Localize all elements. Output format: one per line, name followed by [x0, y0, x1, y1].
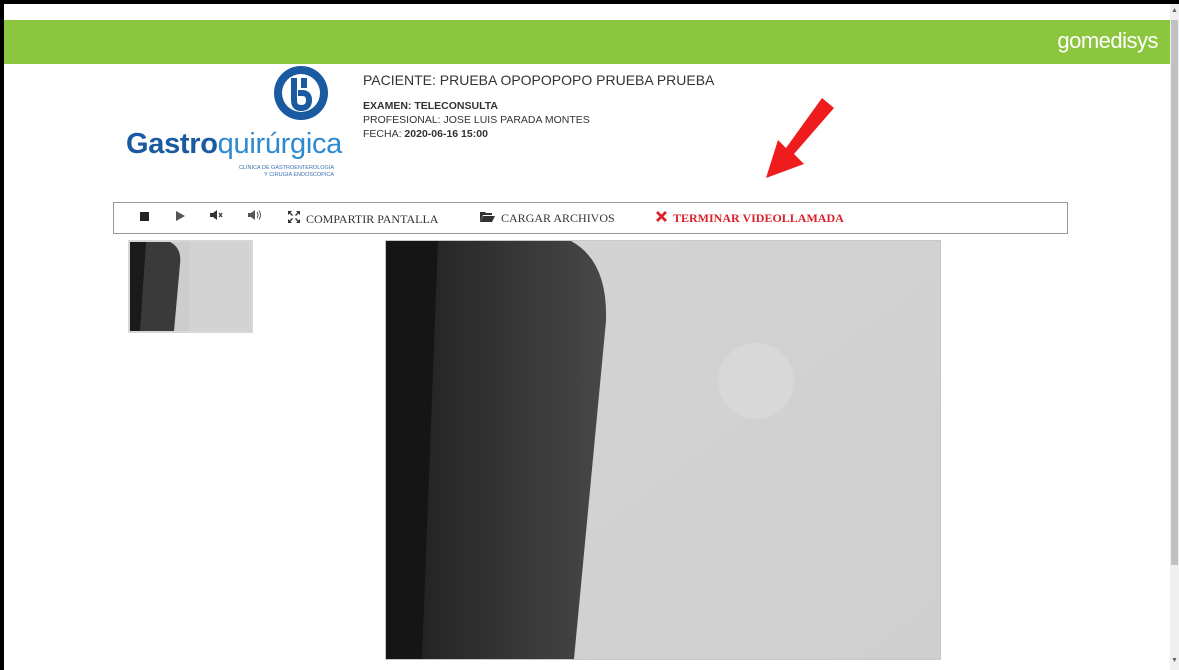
clinic-name: Gastroquirúrgica — [126, 128, 343, 160]
exam-type: EXAMEN: TELECONSULTA — [363, 100, 498, 112]
appointment-date: FECHA: 2020-06-16 15:00 — [363, 128, 488, 140]
brand-logo: gomedisys — [1057, 28, 1158, 53]
volume-icon — [248, 210, 261, 220]
share-screen-button[interactable]: COMPARTIR PANTALLA — [288, 211, 438, 227]
close-x-icon — [656, 211, 667, 222]
patient-name: PACIENTE: PRUEBA OPOPOPOPO PRUEBA PRUEBA — [363, 72, 715, 88]
end-call-button[interactable]: TERMINAR VIDEOLLAMADA — [656, 211, 844, 226]
red-arrow-annotation — [766, 98, 834, 178]
play-button[interactable] — [176, 210, 185, 225]
call-toolbar: COMPARTIR PANTALLA CARGAR ARCHIVOS TERMI… — [113, 202, 1068, 234]
mute-icon — [210, 210, 223, 220]
stop-button[interactable] — [140, 210, 149, 225]
upload-files-button[interactable]: CARGAR ARCHIVOS — [480, 211, 615, 226]
local-video-thumbnail[interactable] — [128, 240, 253, 333]
top-header-bar: gomedisys — [4, 20, 1172, 64]
remote-video-image — [386, 241, 940, 659]
clinic-logo: Gastroquirúrgica CLÍNICA DE GASTROENTERO… — [122, 64, 342, 182]
volume-button[interactable] — [248, 209, 262, 225]
mute-button[interactable] — [210, 209, 223, 225]
professional-name: PROFESIONAL: JOSE LUIS PARADA MONTES — [363, 114, 590, 126]
scroll-up-arrow-icon[interactable]: ▲ — [1170, 6, 1179, 16]
local-video-feed — [130, 242, 251, 331]
patient-info: PACIENTE: PRUEBA OPOPOPOPO PRUEBA PRUEBA… — [363, 72, 714, 141]
expand-icon — [288, 211, 300, 223]
play-icon — [176, 211, 185, 221]
scroll-down-arrow-icon[interactable]: ▼ — [1170, 656, 1179, 666]
clinic-subtitle: CLÍNICA DE GASTROENTEROLOGÍA Y CIRUGIA E… — [238, 165, 334, 178]
clinic-emblem-icon — [274, 66, 328, 120]
stop-icon — [140, 212, 149, 221]
scrollbar-thumb[interactable] — [1171, 20, 1178, 565]
folder-open-icon — [480, 212, 495, 222]
remote-video-feed[interactable] — [385, 240, 941, 660]
